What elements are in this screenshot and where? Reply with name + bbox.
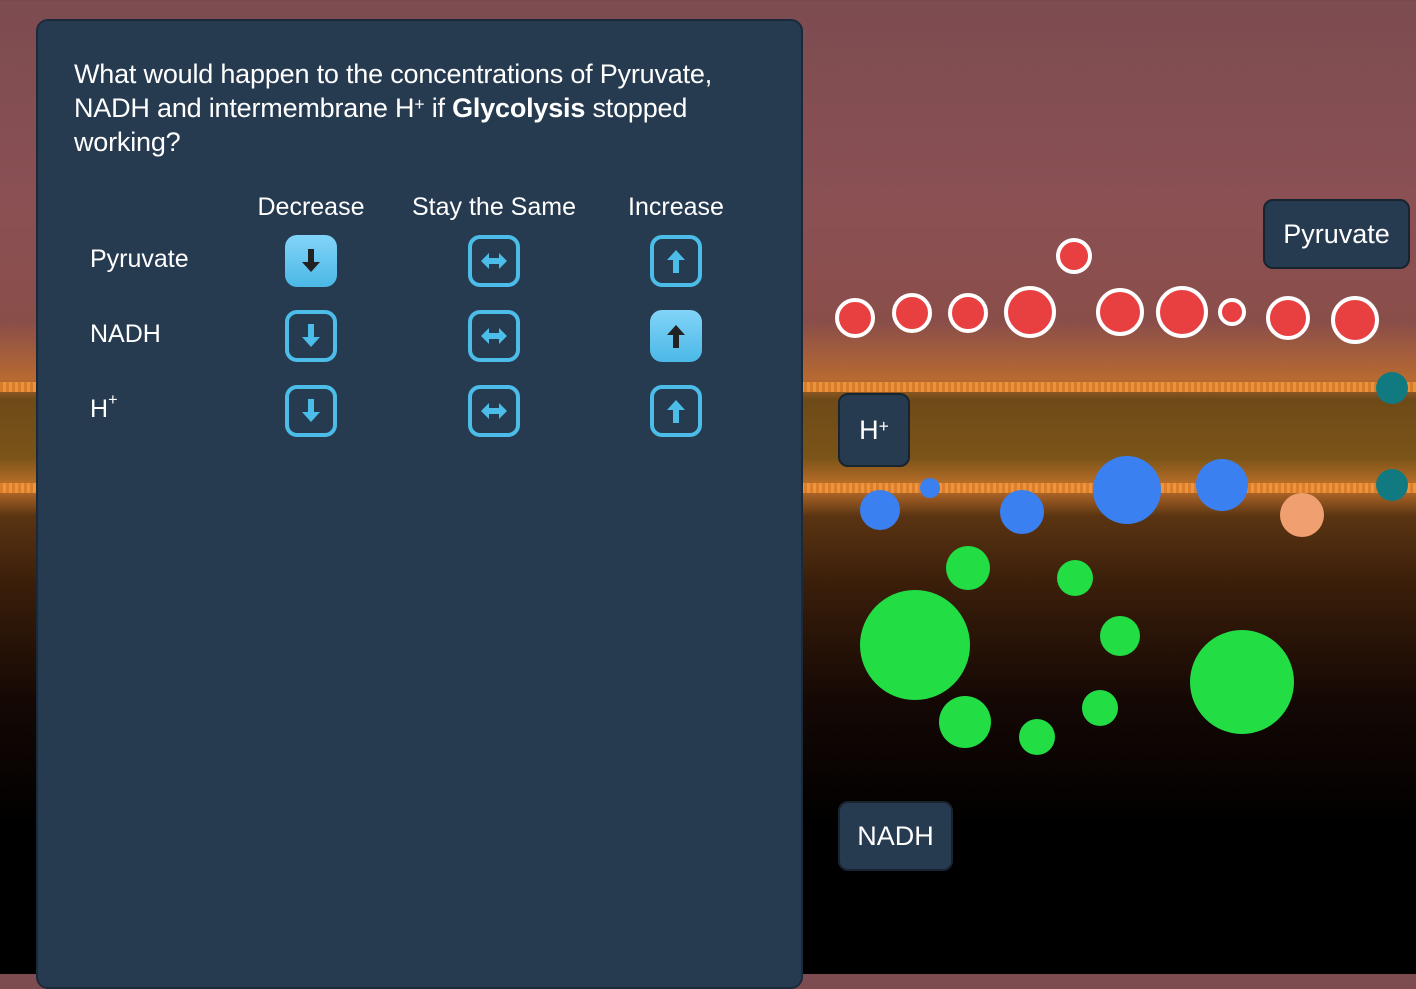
arrow-same-icon bbox=[481, 403, 507, 419]
membrane-protein bbox=[1093, 456, 1161, 524]
pyruvate-molecule bbox=[892, 293, 932, 333]
membrane-protein bbox=[1196, 459, 1248, 511]
answer-hplus-increase-button[interactable] bbox=[650, 385, 702, 437]
arrow-down-icon bbox=[302, 399, 320, 422]
column-header-same: Stay the Same bbox=[412, 193, 576, 221]
row-label-hplus: H+ bbox=[90, 391, 118, 423]
arrow-down-icon bbox=[302, 324, 320, 347]
pyruvate-molecule bbox=[948, 293, 988, 333]
arrow-same-icon bbox=[481, 253, 507, 269]
pyruvate-molecule bbox=[1218, 298, 1246, 326]
answer-nadh-increase-button[interactable] bbox=[650, 310, 702, 362]
membrane-protein bbox=[1376, 469, 1408, 501]
nadh-molecule bbox=[1057, 560, 1093, 596]
column-header-increase: Increase bbox=[628, 193, 724, 221]
nadh-molecule bbox=[939, 696, 991, 748]
scene-label-hplus: H + bbox=[838, 393, 910, 467]
pyruvate-molecule bbox=[1331, 296, 1379, 344]
arrow-up-icon bbox=[667, 250, 685, 273]
question-panel: What would happen to the concentrations … bbox=[36, 19, 803, 989]
nadh-molecule bbox=[1190, 630, 1294, 734]
pyruvate-molecule bbox=[1096, 288, 1144, 336]
pyruvate-molecule bbox=[1266, 296, 1310, 340]
nadh-molecule bbox=[1100, 616, 1140, 656]
arrow-same-icon bbox=[481, 328, 507, 344]
question-text: What would happen to the concentrations … bbox=[74, 59, 712, 157]
arrow-up-icon bbox=[667, 400, 685, 423]
membrane-protein bbox=[1376, 372, 1408, 404]
arrow-up-icon bbox=[667, 325, 685, 348]
nadh-molecule bbox=[1082, 690, 1118, 726]
row-label-nadh: NADH bbox=[90, 320, 161, 348]
scene-label-pyruvate: Pyruvate bbox=[1263, 199, 1410, 269]
answer-pyruvate-increase-button[interactable] bbox=[650, 235, 702, 287]
answer-nadh-same-button[interactable] bbox=[468, 310, 520, 362]
column-header-decrease: Decrease bbox=[257, 193, 365, 221]
pyruvate-molecule bbox=[1004, 286, 1056, 338]
nadh-molecule bbox=[946, 546, 990, 590]
pyruvate-molecule bbox=[835, 298, 875, 338]
membrane-protein bbox=[860, 490, 900, 530]
pyruvate-molecule bbox=[1056, 238, 1092, 274]
answer-nadh-decrease-button[interactable] bbox=[285, 310, 337, 362]
row-label-pyruvate: Pyruvate bbox=[90, 245, 189, 273]
arrow-down-icon bbox=[302, 249, 320, 272]
nadh-molecule bbox=[860, 590, 970, 700]
nadh-molecule bbox=[1019, 719, 1055, 755]
answer-hplus-decrease-button[interactable] bbox=[285, 385, 337, 437]
answer-hplus-same-button[interactable] bbox=[468, 385, 520, 437]
answer-pyruvate-decrease-button[interactable] bbox=[285, 235, 337, 287]
membrane-protein bbox=[1000, 490, 1044, 534]
answer-pyruvate-same-button[interactable] bbox=[468, 235, 520, 287]
membrane-protein bbox=[920, 478, 940, 498]
scene-label-nadh: NADH bbox=[838, 801, 953, 871]
atp-synthase bbox=[1280, 493, 1324, 537]
pyruvate-molecule bbox=[1156, 286, 1208, 338]
